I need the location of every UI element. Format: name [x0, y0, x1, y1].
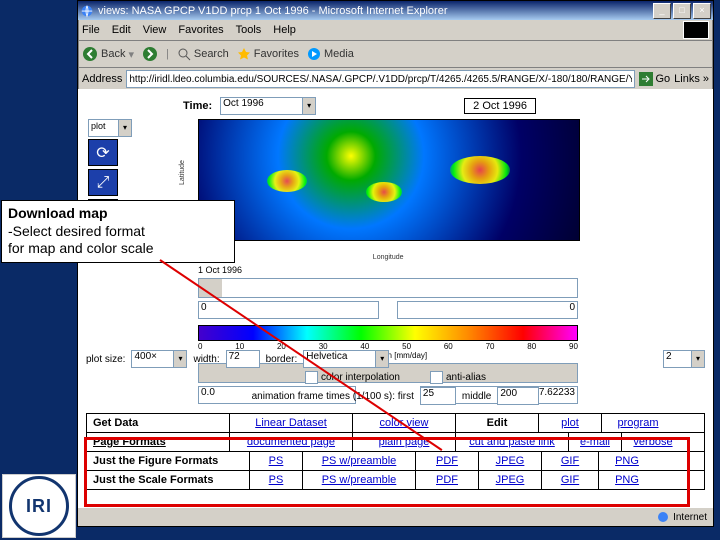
get-data-header: Get Data	[93, 417, 138, 429]
chevron-down-icon: ▾	[375, 351, 388, 367]
go-icon	[639, 72, 653, 86]
menu-file[interactable]: File	[82, 24, 100, 36]
edit-header: Edit	[487, 417, 508, 429]
chevron-down-icon: ▾	[302, 98, 315, 114]
ie-logo-icon	[683, 21, 709, 39]
links-menu[interactable]: Links »	[674, 73, 709, 85]
chevron-down-icon: ▾	[173, 351, 186, 367]
search-button[interactable]: Search	[177, 47, 229, 61]
iri-text: IRI	[9, 476, 69, 536]
plot-size-select[interactable]: 400× ▾	[131, 350, 187, 368]
menu-favorites[interactable]: Favorites	[178, 24, 223, 36]
width-input[interactable]: 72	[226, 350, 260, 368]
expand-icon: ⤢	[97, 174, 110, 192]
width-label: width:	[193, 354, 219, 365]
border-label: border:	[266, 354, 298, 365]
go-label: Go	[655, 73, 670, 85]
separator: |	[166, 48, 169, 60]
close-button[interactable]: ×	[693, 3, 711, 19]
menu-tools[interactable]: Tools	[236, 24, 262, 36]
refresh-icon: ⟳	[96, 143, 109, 163]
world-map[interactable]	[198, 119, 580, 241]
media-button[interactable]: Media	[307, 47, 354, 61]
search-icon	[177, 47, 191, 61]
levels-select[interactable]: 2▾	[663, 350, 705, 368]
media-icon	[307, 47, 321, 61]
page-content: Time: Oct 1996 ▾ 2 Oct 1996 plot ▾	[78, 89, 713, 508]
time-slider-label: 1 Oct 1996	[198, 265, 578, 275]
status-bar: Internet	[78, 507, 713, 526]
back-button[interactable]: Back ▾	[82, 46, 134, 62]
time-dropdown-value: Oct 1996	[223, 98, 264, 109]
highlight-box	[84, 437, 690, 507]
x-axis-label: Longitude	[373, 254, 404, 261]
linear-dataset-link[interactable]: Linear Dataset	[255, 417, 327, 429]
expand-button[interactable]: ⤢	[88, 169, 118, 196]
menu-help[interactable]: Help	[273, 24, 296, 36]
annotation-callout: Download map -Select desired format for …	[1, 200, 235, 263]
redraw-button[interactable]: ⟳	[88, 139, 118, 166]
time-label: Time:	[183, 100, 212, 112]
plot-selector[interactable]: plot ▾	[88, 119, 132, 137]
iri-logo: IRI	[2, 474, 76, 538]
plot-size-label: plot size:	[86, 354, 125, 365]
callout-title: Download map	[8, 205, 228, 223]
font-value: Helvetica	[306, 351, 347, 362]
star-icon	[237, 47, 251, 61]
callout-line2: for map and color scale	[8, 240, 228, 258]
chevron-down-icon: ▾	[128, 48, 134, 61]
menu-edit[interactable]: Edit	[112, 24, 131, 36]
plot-size-value: 400×	[134, 351, 157, 362]
address-bar: Address Go Links »	[78, 68, 713, 91]
time-dropdown[interactable]: Oct 1996 ▾	[220, 97, 316, 115]
chevron-down-icon: ▾	[118, 120, 131, 136]
titlebar: views: NASA GPCP V1DD prcp 1 Oct 1996 - …	[78, 1, 713, 20]
maximize-button[interactable]: □	[673, 3, 691, 19]
zone-label: Internet	[673, 512, 707, 523]
antialias-checkbox[interactable]	[430, 371, 443, 384]
ie-window: views: NASA GPCP V1DD prcp 1 Oct 1996 - …	[77, 0, 714, 527]
forward-icon	[142, 46, 158, 62]
anim-mid-input[interactable]: 200	[497, 387, 539, 405]
antialias-label: anti-alias	[446, 372, 486, 383]
back-icon	[82, 46, 98, 62]
program-link[interactable]: program	[618, 417, 659, 429]
anim-label: animation frame times (1/100 s): first	[252, 391, 414, 402]
toolbar: Back ▾ | Search Favorites Media	[78, 41, 713, 68]
menu-view[interactable]: View	[143, 24, 167, 36]
time-display: 2 Oct 1996	[464, 98, 536, 114]
globe-icon	[657, 511, 669, 523]
minimize-button[interactable]: _	[653, 3, 671, 19]
favorites-label: Favorites	[254, 48, 299, 60]
anim-first-input[interactable]: 25	[420, 387, 456, 405]
chevron-down-icon: ▾	[691, 351, 704, 367]
media-label: Media	[324, 48, 354, 60]
forward-button[interactable]	[142, 46, 158, 62]
favorites-button[interactable]: Favorites	[237, 47, 299, 61]
plot-link[interactable]: plot	[561, 417, 579, 429]
slider-right-input[interactable]: 0	[397, 301, 578, 319]
color-interp-checkbox[interactable]	[305, 371, 318, 384]
anim-mid-label: middle	[462, 391, 491, 402]
y-axis-label: Latitude	[179, 160, 186, 185]
levels-value: 2	[666, 351, 672, 362]
search-label: Search	[194, 48, 229, 60]
plot-selector-value: plot	[89, 121, 106, 131]
window-title: views: NASA GPCP V1DD prcp 1 Oct 1996 - …	[98, 5, 448, 17]
back-label: Back	[101, 48, 125, 60]
menubar: File Edit View Favorites Tools Help	[78, 20, 713, 41]
color-legend	[198, 325, 578, 341]
time-slider[interactable]	[198, 278, 578, 298]
callout-line1: -Select desired format	[8, 223, 228, 241]
address-input[interactable]	[126, 70, 635, 88]
address-label: Address	[82, 73, 122, 85]
ie-icon	[80, 4, 94, 18]
go-button[interactable]: Go	[639, 72, 670, 86]
